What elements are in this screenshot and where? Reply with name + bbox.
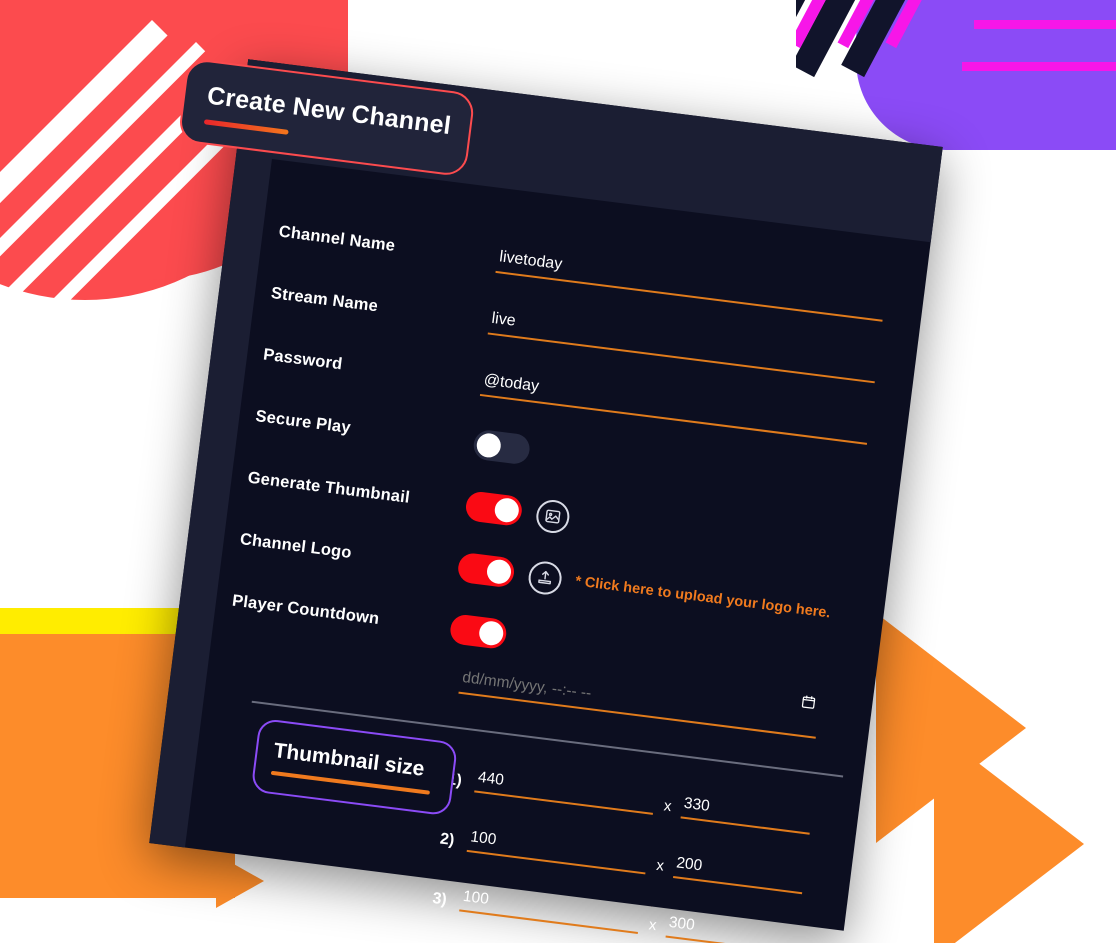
- generate-thumbnail-toggle[interactable]: [464, 490, 524, 527]
- size-width-input-3[interactable]: [459, 886, 641, 934]
- page-title: Create New Channel: [205, 81, 453, 140]
- screenshot-stage: Create New Channel Channel Name Stream N…: [0, 0, 1116, 943]
- channel-logo-toggle[interactable]: [456, 551, 516, 589]
- decor-purple-stripes: [796, 0, 1116, 150]
- title-underline: [203, 118, 289, 135]
- calendar-icon[interactable]: [800, 693, 817, 715]
- label-password: Password: [262, 345, 344, 373]
- size-height-input-1[interactable]: [680, 793, 813, 835]
- upload-icon[interactable]: [527, 559, 565, 597]
- label-channel-name: Channel Name: [277, 222, 397, 255]
- secure-play-toggle[interactable]: [471, 428, 532, 466]
- thumbnail-size-row-3: 3) x: [431, 883, 798, 943]
- label-channel-logo: Channel Logo: [239, 529, 353, 562]
- upload-logo-hint: * Click here to upload your logo here.: [574, 573, 832, 622]
- size-width-input-2[interactable]: [466, 827, 649, 875]
- page-title-badge: Create New Channel: [177, 57, 476, 178]
- size-separator-1: x: [662, 797, 673, 816]
- label-generate-thumbnail: Generate Thumbnail: [246, 468, 411, 507]
- image-icon[interactable]: [534, 497, 572, 535]
- thumbnail-size-row-1: 1) x: [446, 764, 813, 835]
- thumbnail-size-row-2: 2) x: [439, 824, 805, 895]
- size-index-2: 2): [438, 830, 456, 850]
- size-height-input-3[interactable]: [664, 912, 798, 943]
- label-secure-play: Secure Play: [254, 406, 352, 437]
- size-index-3: 3): [431, 890, 448, 909]
- size-separator-2: x: [655, 856, 665, 875]
- form-area: Channel Name Stream Name Password: [185, 159, 931, 943]
- player-countdown-toggle[interactable]: [448, 613, 509, 650]
- size-width-input-1[interactable]: [474, 767, 656, 815]
- create-channel-card: Create New Channel Channel Name Stream N…: [149, 57, 943, 943]
- label-stream-name: Stream Name: [270, 283, 380, 315]
- thumbnail-size-badge: Thumbnail size: [250, 717, 459, 817]
- size-separator-3: x: [647, 916, 658, 935]
- size-height-input-2[interactable]: [672, 853, 805, 895]
